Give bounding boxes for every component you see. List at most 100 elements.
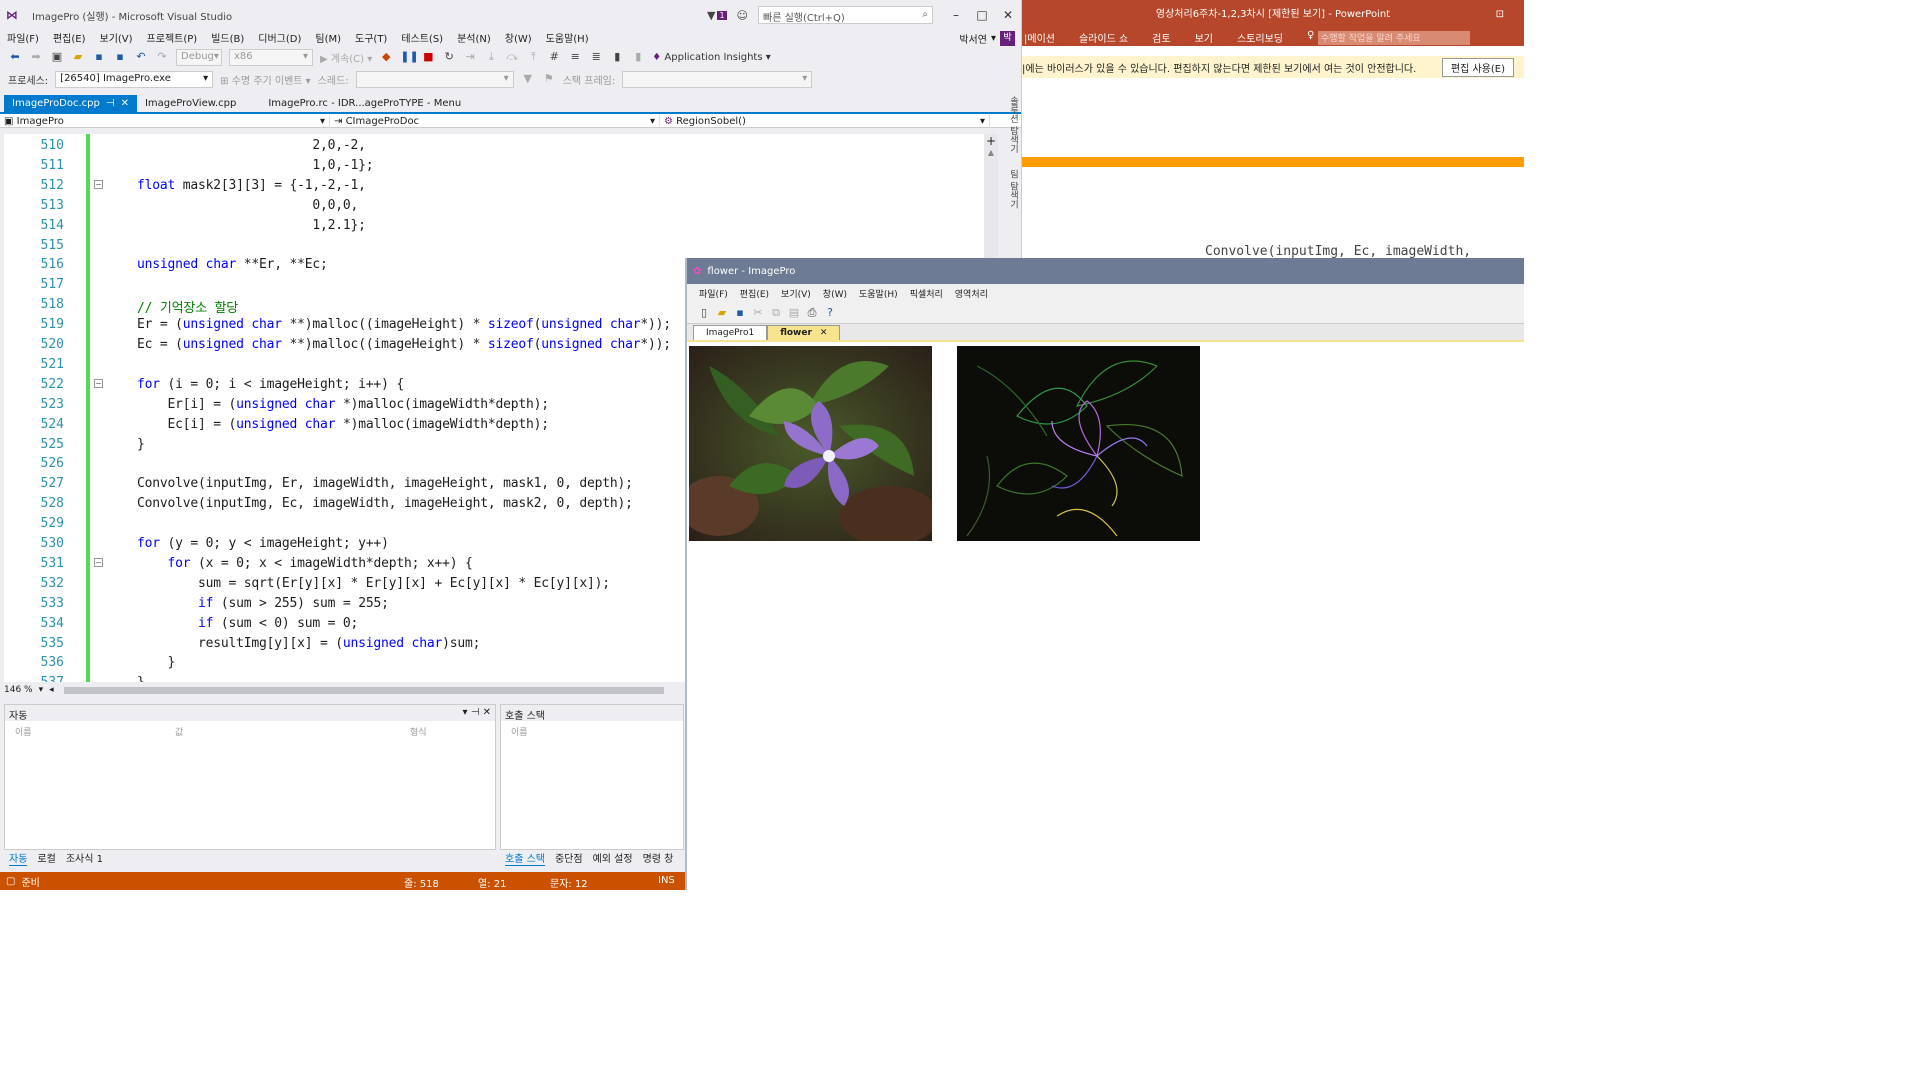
code-line[interactable]: 1,2.1}; xyxy=(137,218,366,233)
code-line[interactable]: 0,0,0, xyxy=(137,198,358,213)
pin-icon[interactable]: ⊣ xyxy=(471,707,480,718)
column-name[interactable]: 이름 xyxy=(15,725,175,738)
editor-horizontal-scrollbar[interactable] xyxy=(63,686,664,694)
code-line[interactable]: } xyxy=(137,655,176,670)
menu-file[interactable]: 파일(F) xyxy=(699,287,728,300)
menu-pixel-processing[interactable]: 픽셀처리 xyxy=(910,287,943,300)
tab-imagepro-rc-menu[interactable]: ImagePro.rc - IDR...ageProTYPE - Menu xyxy=(260,95,469,112)
code-line[interactable]: Ec[i] = (unsigned char *)malloc(imageWid… xyxy=(137,417,550,432)
app-insights-button[interactable]: ♦ Application Insights ▾ xyxy=(652,52,771,63)
user-account[interactable]: 박서연 ▾ 박 xyxy=(959,30,1015,46)
help-icon[interactable]: ? xyxy=(823,306,837,320)
quick-launch-input[interactable]: 빠른 실행(Ctrl+Q) ⌕ xyxy=(758,6,933,24)
code-line[interactable]: Convolve(inputImg, Ec, imageWidth, image… xyxy=(137,496,633,511)
open-file-icon[interactable]: ▰ xyxy=(71,50,85,64)
minimize-button[interactable]: – xyxy=(943,8,969,22)
code-line[interactable]: for (i = 0; i < imageHeight; i++) { xyxy=(137,377,404,392)
class-select[interactable]: ⇥ CImageProDoc ▾ xyxy=(330,114,660,128)
flag-icon[interactable]: ⚑ xyxy=(542,72,556,86)
cut-icon[interactable]: ✂ xyxy=(751,306,765,320)
tab-imagepro1[interactable]: ImagePro1 xyxy=(693,325,768,340)
menu-region-processing[interactable]: 영역처리 xyxy=(955,287,988,300)
debug-icon[interactable]: ◆ xyxy=(379,50,393,64)
team-explorer-tab[interactable]: 팀 탐색기 xyxy=(1008,170,1018,209)
code-line[interactable]: unsigned char **Er, **Ec; xyxy=(137,257,328,272)
menu-view[interactable]: 보기(V) xyxy=(100,30,133,46)
close-icon[interactable]: ✕ xyxy=(483,707,491,718)
close-button[interactable]: ✕ xyxy=(995,8,1021,22)
next-bookmark-icon[interactable]: ▮ xyxy=(631,50,645,64)
threads-icon[interactable]: ≡ xyxy=(568,50,582,64)
stackframe-select[interactable]: ▾ xyxy=(622,70,813,88)
bookmark-icon[interactable]: ▮ xyxy=(610,50,624,64)
process-select[interactable]: [26540] ImagePro.exe ▾ xyxy=(55,70,214,88)
tab-imageprodoc-cpp[interactable]: ImageProDoc.cpp ⊣ ✕ xyxy=(4,95,137,112)
close-icon[interactable]: ✕ xyxy=(820,328,828,338)
tab-watch1[interactable]: 조사식 1 xyxy=(66,850,103,866)
menu-view[interactable]: 보기(V) xyxy=(781,287,811,300)
code-line[interactable]: sum = sqrt(Er[y][x] * Er[y][x] + Ec[y][x… xyxy=(137,576,610,591)
ribbon-tab-view[interactable]: 보기 xyxy=(1195,30,1213,46)
save-icon[interactable]: ▪ xyxy=(92,50,106,64)
code-line[interactable]: Convolve(inputImg, Er, imageWidth, image… xyxy=(137,476,633,491)
tab-callstack[interactable]: 호출 스택 xyxy=(505,850,545,866)
code-line[interactable]: } xyxy=(137,437,145,452)
close-icon[interactable]: ✕ xyxy=(121,98,129,109)
scroll-left-icon[interactable]: ◂ xyxy=(49,685,54,695)
platform-select[interactable]: x86 ▾ xyxy=(229,48,313,66)
split-icon[interactable]: + xyxy=(984,134,998,148)
code-line[interactable]: for (x = 0; x < imageWidth*depth; x++) { xyxy=(137,556,473,571)
ribbon-tab-review[interactable]: 검토 xyxy=(1152,30,1170,46)
menu-team[interactable]: 팀(M) xyxy=(315,30,341,46)
thread-select[interactable]: ▾ xyxy=(355,70,514,88)
comment-icon[interactable]: ≣ xyxy=(589,50,603,64)
fold-toggle[interactable]: − xyxy=(94,558,103,567)
save-icon[interactable]: ▪ xyxy=(733,306,747,320)
menu-project[interactable]: 프로젝트(P) xyxy=(147,30,198,46)
code-line[interactable]: Er[i] = (unsigned char *)malloc(imageWid… xyxy=(137,397,550,412)
tab-command-window[interactable]: 명령 창 xyxy=(643,850,674,866)
code-line[interactable]: } xyxy=(137,675,145,682)
menu-build[interactable]: 빌드(B) xyxy=(211,30,244,46)
print-icon[interactable]: ⎙ xyxy=(805,306,819,320)
menu-tools[interactable]: 도구(T) xyxy=(355,30,387,46)
pause-icon[interactable]: ❚❚ xyxy=(400,50,418,64)
tab-flower[interactable]: flower ✕ xyxy=(767,325,841,340)
copy-icon[interactable]: ⧉ xyxy=(769,306,783,320)
fold-toggle[interactable]: − xyxy=(94,379,103,388)
method-select[interactable]: ⚙ RegionSobel() ▾ xyxy=(660,114,990,128)
menu-test[interactable]: 테스트(S) xyxy=(401,30,443,46)
ribbon-tab-storyboarding[interactable]: 스토리보딩 xyxy=(1237,30,1283,46)
fold-toggle[interactable]: − xyxy=(94,180,103,189)
enable-editing-button[interactable]: 편집 사용(E) xyxy=(1441,57,1514,77)
menu-analyze[interactable]: 분석(N) xyxy=(457,30,491,46)
redo-icon[interactable]: ↷ xyxy=(155,50,169,64)
code-line[interactable]: float mask2[3][3] = {-1,-2,-1, xyxy=(137,178,366,193)
open-file-icon[interactable]: ▰ xyxy=(715,306,729,320)
step-into-icon[interactable]: ⤓ xyxy=(484,50,498,64)
chevron-down-icon[interactable]: ▾ xyxy=(462,707,467,718)
zoom-level[interactable]: 146 % xyxy=(4,685,33,695)
tell-me-input[interactable]: 수행할 작업을 알려 주세요 xyxy=(1318,31,1470,45)
paste-icon[interactable]: ▤ xyxy=(787,306,801,320)
hex-display-icon[interactable]: # xyxy=(547,50,561,64)
ribbon-tab-animation[interactable]: |메이션 xyxy=(1024,30,1055,46)
stop-icon[interactable]: ■ xyxy=(421,50,435,64)
menu-window[interactable]: 창(W) xyxy=(823,287,847,300)
code-line[interactable]: for (y = 0; y < imageHeight; y++) xyxy=(137,536,389,551)
back-icon[interactable]: ⬅ xyxy=(8,50,22,64)
tab-breakpoints[interactable]: 중단점 xyxy=(555,850,583,866)
code-line[interactable]: Ec = (unsigned char **)malloc((imageHeig… xyxy=(137,337,671,352)
menu-edit[interactable]: 편집(E) xyxy=(53,30,86,46)
ribbon-tab-slideshow[interactable]: 슬라이드 쇼 xyxy=(1079,30,1128,46)
new-project-icon[interactable]: ▣ xyxy=(50,50,64,64)
ribbon-display-icon[interactable]: ⊡ xyxy=(1496,0,1504,30)
column-name[interactable]: 이름 xyxy=(511,725,528,738)
code-line[interactable]: resultImg[y][x] = (unsigned char)sum; xyxy=(137,636,480,651)
filter-icon[interactable]: ▼ xyxy=(707,9,715,22)
tab-imageproview-cpp[interactable]: ImageProView.cpp xyxy=(137,95,244,112)
code-line[interactable]: if (sum < 0) sum = 0; xyxy=(137,616,358,631)
tab-exception-settings[interactable]: 예외 설정 xyxy=(593,850,633,866)
config-select[interactable]: Debug ▾ xyxy=(176,48,222,66)
pin-icon[interactable]: ⊣ xyxy=(106,98,115,109)
